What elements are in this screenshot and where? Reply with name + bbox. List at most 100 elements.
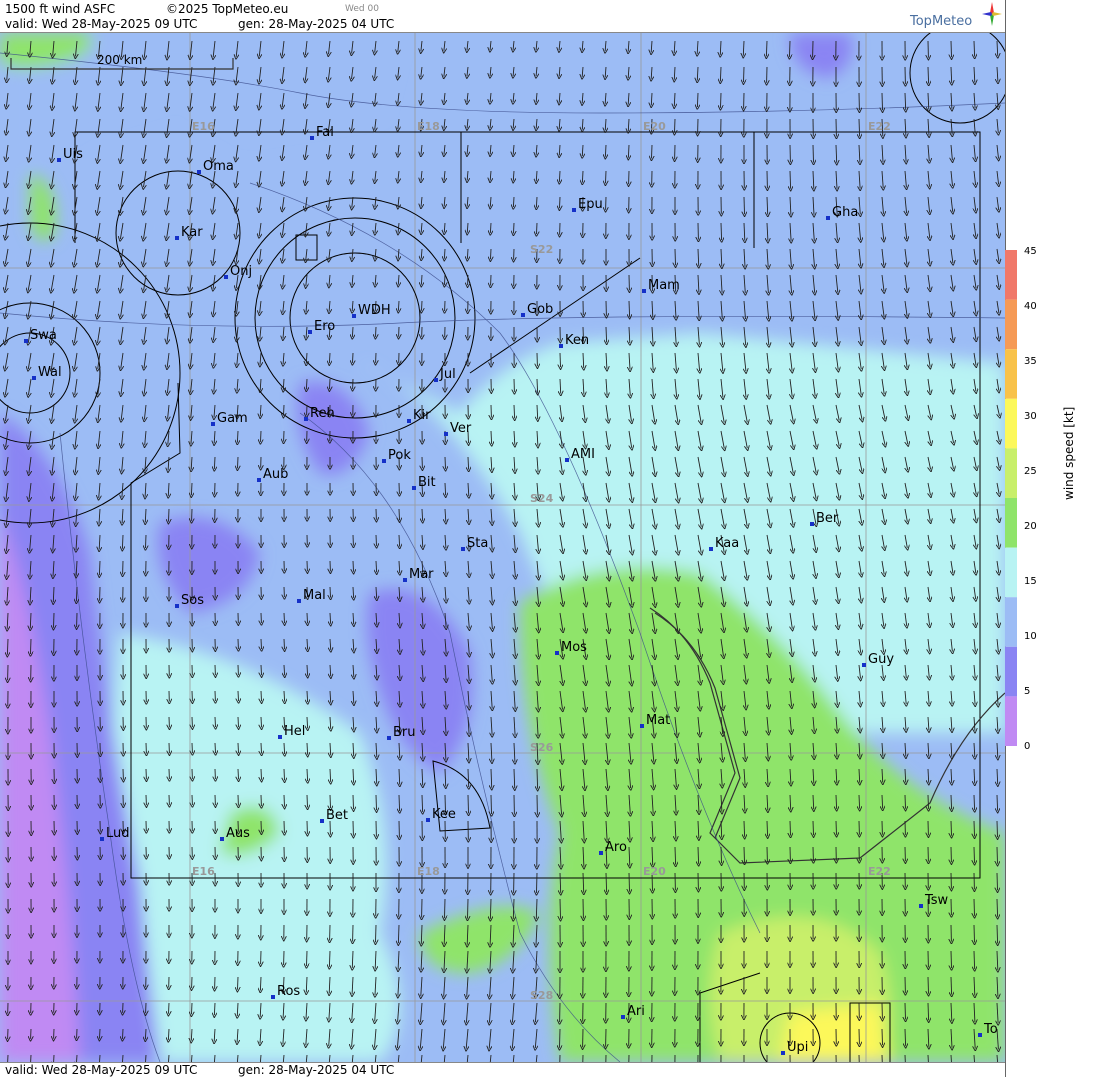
wind-arrow xyxy=(606,171,607,183)
wind-arrow xyxy=(951,41,952,57)
place-marker xyxy=(565,458,569,462)
wind-arrow xyxy=(284,769,285,780)
place-marker xyxy=(220,837,224,841)
colorbar-swatch xyxy=(1005,300,1017,350)
colorbar-title: wind speed [kt] xyxy=(1062,407,1076,500)
place-marker xyxy=(32,376,36,380)
wind-arrow xyxy=(468,899,469,919)
place-label: Tsw xyxy=(924,893,949,908)
place-label: Uis xyxy=(63,147,83,162)
place-label: Mal xyxy=(303,588,326,603)
wind-arrow xyxy=(238,691,239,701)
wind-arrow xyxy=(261,665,262,675)
wind-arrow xyxy=(329,353,330,363)
map-header: 1500 ft wind ASFC ©2025 TopMeteo.eu Wed … xyxy=(0,0,1005,33)
place-marker xyxy=(320,819,324,823)
wind-arrow xyxy=(307,717,308,728)
colorbar-swatch xyxy=(1005,349,1017,399)
wind-arrow xyxy=(652,145,653,158)
place-marker xyxy=(197,170,201,174)
wind-arrow xyxy=(261,431,262,442)
wind-arrow xyxy=(260,977,261,991)
wind-arrow xyxy=(537,873,538,893)
place-marker xyxy=(352,314,356,318)
wind-arrow xyxy=(675,847,676,865)
colorbar-swatch xyxy=(1005,399,1017,449)
place-marker xyxy=(271,995,275,999)
wind-arrow xyxy=(951,977,952,995)
place-marker xyxy=(211,422,215,426)
wind-arrow xyxy=(445,899,446,918)
copyright: ©2025 TopMeteo.eu xyxy=(166,2,288,16)
wind-arrow xyxy=(421,275,422,285)
wind-arrow xyxy=(928,67,929,84)
wind-arrow xyxy=(352,327,353,337)
wind-arrow xyxy=(399,795,400,811)
place-label: Gam xyxy=(217,411,248,426)
wind-arrow xyxy=(720,67,721,81)
wind-arrow xyxy=(675,249,676,265)
place-label: Epu xyxy=(578,197,603,212)
wind-arrow xyxy=(284,795,285,807)
place-label: Mos xyxy=(561,640,587,655)
place-marker xyxy=(978,1033,982,1037)
wind-arrow xyxy=(238,977,239,990)
place-label: Ber xyxy=(816,511,839,526)
lon-label-top: E20 xyxy=(643,120,666,133)
topmeteo-logo: TopMeteo xyxy=(910,14,972,29)
wind-arrow xyxy=(997,821,998,837)
place-label: Onj xyxy=(230,264,252,279)
colorbar-tick-label: 45 xyxy=(1024,246,1037,257)
place-label: Bru xyxy=(393,725,416,740)
wind-arrow xyxy=(353,353,354,363)
wind-arrow xyxy=(974,795,975,810)
wind-arrow xyxy=(997,873,998,890)
place-marker xyxy=(308,330,312,334)
wind-arrow xyxy=(169,1003,170,1014)
wind-arrow xyxy=(445,483,446,495)
wind-arrow xyxy=(99,1055,100,1062)
place-marker xyxy=(559,344,563,348)
wind-arrow xyxy=(399,535,400,547)
lon-label-top: E16 xyxy=(192,120,215,133)
wind-arrow xyxy=(537,223,538,234)
wind-arrow xyxy=(514,405,515,418)
valid-time: valid: Wed 28-May-2025 09 UTC xyxy=(5,17,197,31)
wind-arrow xyxy=(399,509,400,520)
wind-arrow xyxy=(513,197,514,207)
place-marker xyxy=(297,599,301,603)
wind-arrow xyxy=(928,795,929,809)
wind-arrow xyxy=(307,951,308,966)
colorbar-tick-label: 40 xyxy=(1024,301,1037,312)
place-marker xyxy=(572,208,576,212)
wind-arrow xyxy=(330,795,331,808)
colorbar-tick-label: 35 xyxy=(1024,356,1037,367)
wind-arrow xyxy=(445,275,446,285)
colorbar-tick-label: 25 xyxy=(1024,466,1037,477)
wind-arrow xyxy=(31,639,32,654)
wind-arrow xyxy=(997,925,998,943)
wind-arrow xyxy=(330,769,331,782)
wind-arrow xyxy=(468,457,469,470)
wind-arrow xyxy=(583,1055,584,1062)
place-marker xyxy=(599,851,603,855)
place-marker xyxy=(310,136,314,140)
place-label: Ros xyxy=(277,984,300,999)
place-marker xyxy=(434,378,438,382)
place-marker xyxy=(810,522,814,526)
place-label: Gha xyxy=(832,205,858,220)
wind-arrow xyxy=(54,1055,55,1062)
wind-arrow xyxy=(307,743,308,755)
wind-arrow xyxy=(284,691,285,702)
wind-arrow xyxy=(353,769,354,783)
wind-arrow xyxy=(813,145,814,163)
wind-arrow xyxy=(307,665,308,676)
footer-valid-time: valid: Wed 28-May-2025 09 UTC xyxy=(5,1063,197,1077)
run-label: Wed 00 xyxy=(345,4,379,14)
lat-label: S22 xyxy=(530,243,553,256)
place-label: Aus xyxy=(226,826,250,841)
place-label: Mat xyxy=(646,713,670,728)
place-marker xyxy=(57,158,61,162)
wind-arrow xyxy=(7,639,8,655)
place-marker xyxy=(304,417,308,421)
